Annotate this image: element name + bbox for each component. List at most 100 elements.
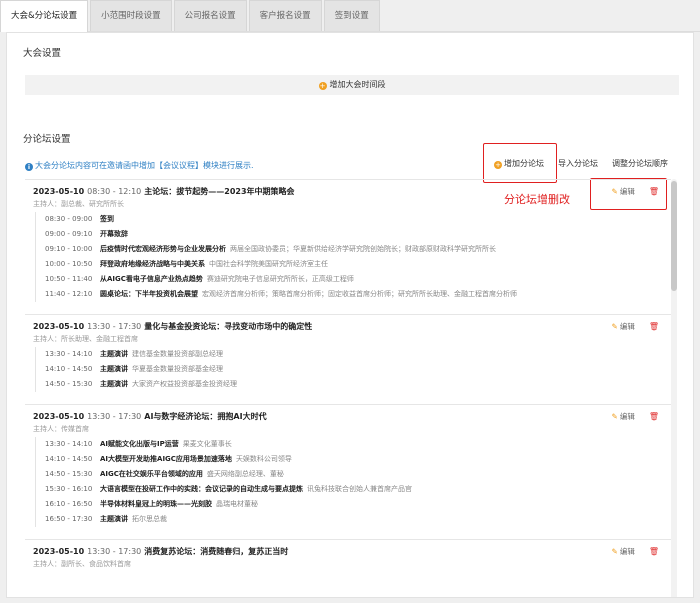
agenda-title: 主题演讲	[100, 380, 128, 388]
edit-icon: ✎	[611, 412, 618, 421]
trash-icon[interactable]: 🗑	[649, 187, 659, 196]
edit-label: 编辑	[619, 547, 635, 556]
edit-session-button[interactable]: ✎ 编辑	[612, 321, 635, 332]
agenda-item: 16:10 - 16:50 半导体材料皇冠上的明珠——光刻胶 晶瑞电材董秘	[36, 497, 663, 512]
session-header: 2023-05-10 13:30 - 17:30 AI与数字经济论坛：拥抱AI大时代	[33, 411, 663, 422]
agenda-time: 10:50 - 11:40	[45, 275, 93, 283]
tab-conference-forum[interactable]: 大会&分论坛设置	[0, 0, 89, 32]
tab-company-registration[interactable]: 公司报名设置	[173, 0, 247, 31]
agenda-speaker: 赛迪研究院电子信息研究所所长，正高级工程师	[206, 275, 354, 283]
agenda-item: 13:30 - 14:10 主题演讲 建信基金数量投资部副总经理	[36, 347, 663, 362]
session-actions: ✎ 编辑 🗑	[612, 546, 659, 557]
edit-label: 编辑	[619, 322, 635, 331]
edit-session-button[interactable]: ✎ 编辑	[612, 411, 635, 422]
session-host: 主持人：所长助理、金融工程首席	[33, 335, 138, 343]
agenda-time: 14:10 - 14:50	[45, 365, 93, 373]
edit-icon: ✎	[611, 322, 618, 331]
reorder-forum-button[interactable]: 调整分论坛顺序	[605, 154, 675, 174]
agenda-time: 13:30 - 14:10	[45, 440, 93, 448]
agenda-item: 08:30 - 09:00 签到	[36, 212, 663, 227]
agenda-title: 签到	[100, 215, 114, 223]
agenda-time: 14:10 - 14:50	[45, 455, 93, 463]
trash-icon[interactable]: 🗑	[649, 412, 659, 421]
agenda-item: 16:50 - 17:30 主题演讲 拓尔思总裁	[36, 512, 663, 527]
agenda-item: 14:50 - 15:30 AIGC在社交娱乐平台领域的应用 盛天网络副总经理、董秘	[36, 467, 663, 482]
agenda-time: 09:00 - 09:10	[45, 230, 93, 238]
agenda-speaker: 中国社会科学院美国研究所经济室主任	[209, 260, 328, 268]
trash-icon[interactable]: 🗑	[649, 547, 659, 556]
agenda-time: 10:00 - 10:50	[45, 260, 93, 268]
agenda-item: 09:00 - 09:10 开幕致辞	[36, 227, 663, 242]
session-date: 2023-05-10	[33, 187, 85, 196]
session-date: 2023-05-10	[33, 547, 85, 556]
agenda-items: 13:30 - 14:10 AI赋能文化出版与IP运营 果麦文化董事长 14:10 -…	[35, 437, 663, 527]
agenda-item: 15:30 - 16:10 大语言模型在投研工作中的实践：会议记录的自动生成与要点…	[36, 482, 663, 497]
agenda-speaker: 华夏基金数量投资部基金经理	[132, 365, 223, 373]
session-time: 08:30 - 12:10	[87, 187, 142, 196]
agenda-item: 09:10 - 10:00 后疫情时代宏观经济形势与企业发展分析 两届全国政协委员；…	[36, 242, 663, 257]
info-icon: i	[25, 163, 33, 171]
scrollbar-thumb[interactable]	[671, 181, 677, 291]
forum-session: 2023-05-10 13:30 - 17:30 消费复苏论坛：消费随春归，复苏正当…	[25, 539, 671, 575]
edit-label: 编辑	[619, 187, 635, 196]
agenda-item: 10:50 - 11:40 从AIGC看电子信息产业热点趋势 赛迪研究院电子信息研究…	[36, 272, 663, 287]
agenda-title: 后疫情时代宏观经济形势与企业发展分析	[100, 245, 226, 253]
session-time: 13:30 - 17:30	[87, 322, 142, 331]
agenda-time: 09:10 - 10:00	[45, 245, 93, 253]
tab-customer-registration[interactable]: 客户报名设置	[248, 0, 322, 31]
agenda-title: 拜登政府地缘经济战略与中美关系	[100, 260, 205, 268]
forum-section-title: 分论坛设置	[23, 134, 71, 145]
agenda-item: 11:40 - 12:10 圆桌论坛：下半年投资机会展望 宏观经济首席分析师；策略首…	[36, 287, 663, 302]
import-forum-button[interactable]: 导入分论坛	[551, 154, 605, 174]
agenda-title: 大语言模型在投研工作中的实践：会议记录的自动生成与要点提炼	[100, 485, 303, 493]
forum-session: 2023-05-10 13:30 - 17:30 量化与基金投资论坛：寻找变动市场中…	[25, 314, 671, 398]
plus-circle-icon: +	[318, 82, 327, 90]
session-header: 2023-05-10 08:30 - 12:10 主论坛：拔节起势——2023年中期…	[33, 186, 663, 197]
edit-icon: ✎	[611, 187, 618, 196]
session-actions: ✎ 编辑 🗑	[612, 186, 659, 197]
agenda-time: 14:50 - 15:30	[45, 470, 93, 478]
agenda-time: 11:40 - 12:10	[45, 290, 93, 298]
session-header: 2023-05-10 13:30 - 17:30 量化与基金投资论坛：寻找变动市场中…	[33, 321, 663, 332]
tab-small-period[interactable]: 小范围时段设置	[90, 0, 172, 31]
session-host: 主持人：副总裁、研究所所长	[33, 200, 124, 208]
agenda-speaker: 讯兔科技联合创始人兼首席产品官	[307, 485, 412, 493]
edit-session-button[interactable]: ✎ 编辑	[612, 546, 635, 557]
forum-session: 2023-05-10 08:30 - 12:10 主论坛：拔节起势——2023年中期…	[25, 179, 671, 308]
agenda-time: 13:30 - 14:10	[45, 350, 93, 358]
agenda-title: AI大模型开发助推AIGC应用场景加速落地	[100, 455, 232, 463]
session-host: 主持人：副所长、食品饮料首席	[33, 560, 131, 568]
agenda-speaker: 晶瑞电材董秘	[216, 500, 258, 508]
agenda-item: 14:10 - 14:50 主题演讲 华夏基金数量投资部基金经理	[36, 362, 663, 377]
agenda-items: 08:30 - 09:00 签到 09:00 - 09:10 开幕致辞 09:10 - …	[35, 212, 663, 302]
agenda-speaker: 建信基金数量投资部副总经理	[132, 350, 223, 358]
edit-label: 编辑	[619, 412, 635, 421]
session-topic: 消费复苏论坛：消费随春归，复苏正当时	[144, 547, 289, 556]
agenda-time: 08:30 - 09:00	[45, 215, 93, 223]
edit-session-button[interactable]: ✎ 编辑	[612, 186, 635, 197]
session-date: 2023-05-10	[33, 322, 85, 331]
agenda-time: 16:50 - 17:30	[45, 515, 93, 523]
agenda-title: 圆桌论坛：下半年投资机会展望	[100, 290, 198, 298]
edit-icon: ✎	[611, 547, 618, 556]
trash-icon[interactable]: 🗑	[649, 322, 659, 331]
session-time: 13:30 - 17:30	[87, 547, 142, 556]
settings-panel: 大会设置 + 增加大会时间段 分论坛设置 i 大会分论坛内容可在邀请函中增加【会议议…	[6, 32, 694, 598]
agenda-speaker: 果麦文化董事长	[182, 440, 232, 448]
agenda-speaker: 盛天网络副总经理、董秘	[206, 470, 284, 478]
agenda-speaker: 两届全国政协委员；华夏新供给经济学研究院创始院长；财政部原财政科学研究所所长	[230, 245, 496, 253]
agenda-title: AIGC在社交娱乐平台领域的应用	[100, 470, 203, 478]
tab-checkin[interactable]: 签到设置	[323, 0, 380, 31]
agenda-item: 14:10 - 14:50 AI大模型开发助推AIGC应用场景加速落地 天娱数科公司…	[36, 452, 663, 467]
conference-section-title: 大会设置	[23, 48, 62, 59]
highlight-box-add	[483, 143, 557, 183]
agenda-item: 13:30 - 14:10 AI赋能文化出版与IP运营 果麦文化董事长	[36, 437, 663, 452]
session-topic: 主论坛：拔节起势——2023年中期策略会	[144, 187, 295, 196]
session-host: 主持人：传媒首席	[33, 425, 89, 433]
agenda-title: 主题演讲	[100, 365, 128, 373]
add-conference-period-button[interactable]: + 增加大会时间段	[25, 75, 679, 95]
agenda-speaker: 大家资产权益投资部基金投资经理	[132, 380, 237, 388]
session-topic: AI与数字经济论坛：拥抱AI大时代	[144, 412, 267, 421]
session-time: 13:30 - 17:30	[87, 412, 142, 421]
session-header: 2023-05-10 13:30 - 17:30 消费复苏论坛：消费随春归，复苏正当…	[33, 546, 663, 557]
